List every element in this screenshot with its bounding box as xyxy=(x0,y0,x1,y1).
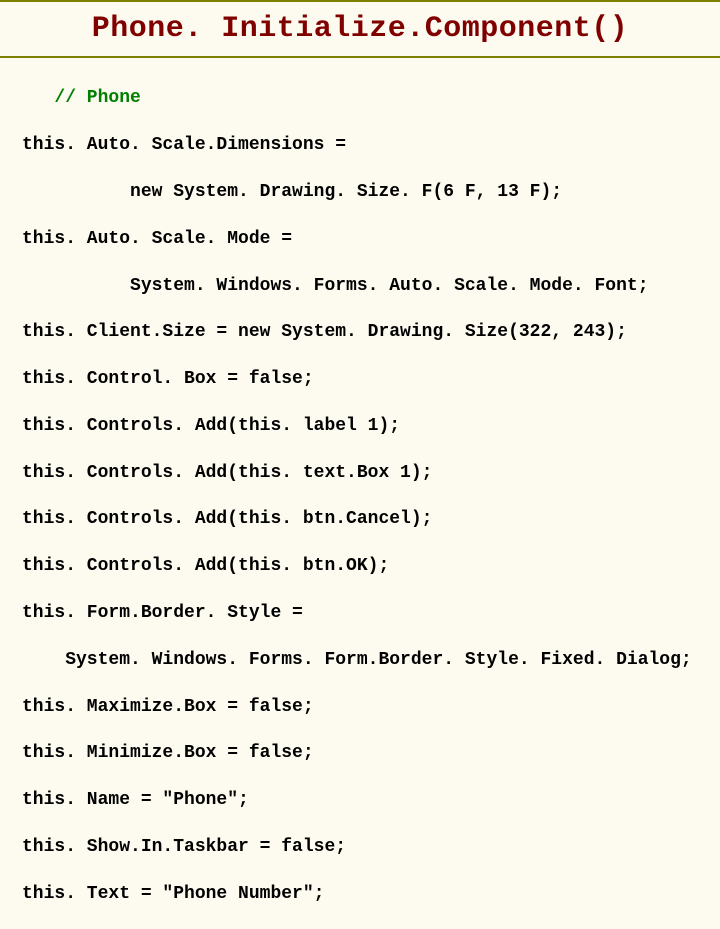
code-line: this. Name = "Phone"; xyxy=(22,789,698,812)
code-line: System. Windows. Forms. Form.Border. Sty… xyxy=(22,649,698,672)
code-line: this. Maximize.Box = false; xyxy=(22,696,698,719)
slide-title: Phone. Initialize.Component() xyxy=(20,12,700,46)
code-comment: // Phone xyxy=(22,87,698,110)
code-line: this. Show.In.Taskbar = false; xyxy=(22,836,698,859)
code-line: new System. Drawing. Size. F(6 F, 13 F); xyxy=(22,181,698,204)
code-line: this. Control. Box = false; xyxy=(22,368,698,391)
code-line: this. Auto. Scale. Mode = xyxy=(22,228,698,251)
code-block: // Phone this. Auto. Scale.Dimensions = … xyxy=(0,64,720,929)
code-line: this. Controls. Add(this. label 1); xyxy=(22,415,698,438)
code-line: this. Controls. Add(this. btn.OK); xyxy=(22,555,698,578)
code-line: System. Windows. Forms. Auto. Scale. Mod… xyxy=(22,275,698,298)
code-line: this. Form.Border. Style = xyxy=(22,602,698,625)
code-line: this. Minimize.Box = false; xyxy=(22,742,698,765)
code-line: this. Controls. Add(this. text.Box 1); xyxy=(22,462,698,485)
title-bar: Phone. Initialize.Component() xyxy=(0,0,720,58)
code-line: this. Controls. Add(this. btn.Cancel); xyxy=(22,508,698,531)
code-line: this. Auto. Scale.Dimensions = xyxy=(22,134,698,157)
code-line: this. Client.Size = new System. Drawing.… xyxy=(22,321,698,344)
code-line: this. Text = "Phone Number"; xyxy=(22,883,698,906)
